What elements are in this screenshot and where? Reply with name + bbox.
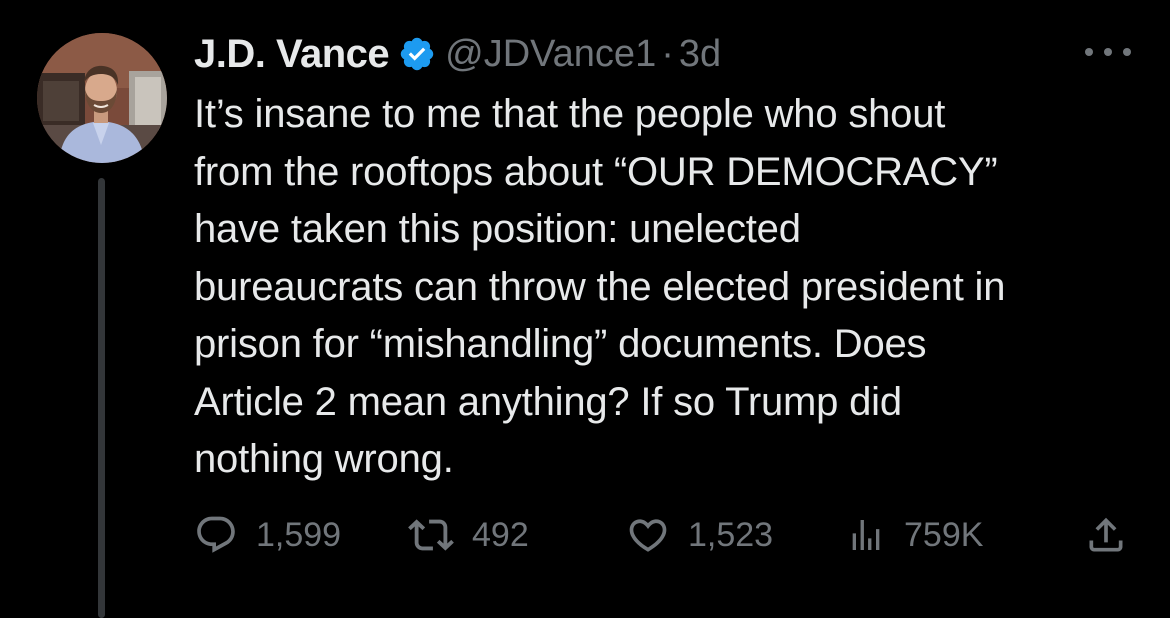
reply-button[interactable]: 1,599 (194, 510, 341, 560)
avatar[interactable] (37, 33, 167, 163)
retweet-button[interactable]: 492 (408, 510, 529, 560)
header-separator: · (661, 32, 674, 75)
verified-badge-icon[interactable] (398, 35, 436, 73)
like-count: 1,523 (688, 515, 774, 554)
views-count: 759K (904, 515, 984, 554)
retweet-icon (408, 512, 454, 558)
like-button[interactable]: 1,523 (626, 510, 773, 560)
author-handle[interactable]: @JDVance1 (445, 33, 656, 76)
thread-line (98, 178, 105, 618)
tweet-text: It’s insane to me that the people who sh… (194, 92, 1006, 481)
tweet-timestamp[interactable]: 3d (679, 33, 721, 76)
reply-icon (194, 513, 238, 557)
retweet-count: 492 (472, 515, 529, 554)
share-icon (1084, 513, 1128, 557)
views-icon (846, 515, 886, 555)
share-button[interactable] (1084, 510, 1128, 560)
tweet-actions: 1,599 492 1,523 759K (194, 510, 1134, 560)
more-options-icon[interactable] (1085, 38, 1131, 66)
author-display-name[interactable]: J.D. Vance (194, 32, 390, 77)
views-button[interactable]: 759K (846, 510, 983, 560)
tweet-header: J.D. Vance @JDVance1 · 3d (194, 30, 721, 78)
reply-count: 1,599 (256, 515, 342, 554)
heart-icon (626, 513, 670, 557)
